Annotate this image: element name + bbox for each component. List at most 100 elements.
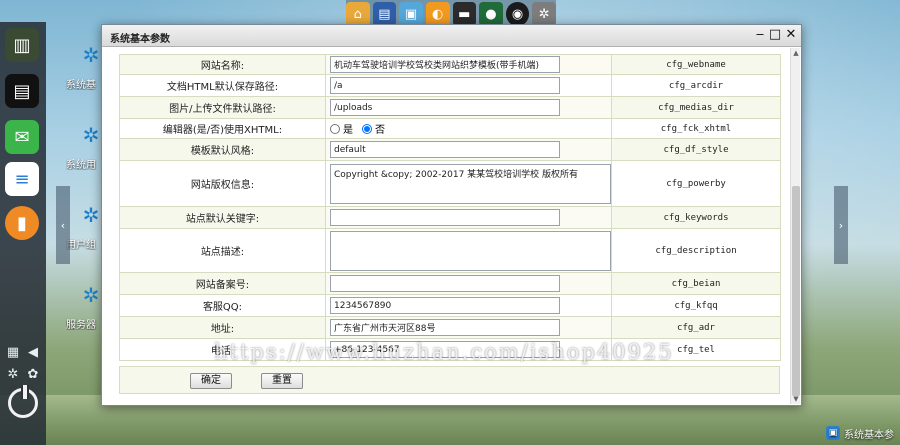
address-input[interactable] xyxy=(330,319,560,336)
row-label: 网站备案号: xyxy=(119,272,326,295)
webname-input[interactable] xyxy=(330,56,560,73)
row-label: 文档HTML默认保存路径: xyxy=(119,74,326,97)
gear-icon: ✲ xyxy=(82,203,100,227)
orange-icon[interactable]: ◐ xyxy=(425,2,450,26)
gear-icon: ✲ xyxy=(82,43,100,67)
row-label: 网站版权信息: xyxy=(119,160,326,207)
scroll-down-icon[interactable]: ▼ xyxy=(791,394,801,404)
row-label: 图片/上传文件默认路径: xyxy=(119,96,326,119)
xhtml-yes-radio[interactable] xyxy=(330,123,340,134)
df-style-input[interactable] xyxy=(330,141,560,158)
next-page-arrow[interactable]: › xyxy=(834,186,848,264)
globe-icon[interactable]: ◉ xyxy=(505,2,530,26)
minimize-icon[interactable]: ‒ xyxy=(752,27,768,43)
chat-icon[interactable]: ✉ xyxy=(5,120,39,154)
beian-input[interactable] xyxy=(330,275,560,292)
row-label: 编辑器(是/否)使用XHTML: xyxy=(119,118,326,139)
row-label: 客服QQ: xyxy=(119,294,326,317)
volume-icon[interactable]: ◀ xyxy=(25,344,41,360)
row-value xyxy=(325,338,612,361)
vertical-scrollbar[interactable]: ▲ ▼ xyxy=(790,48,800,404)
prev-page-arrow[interactable]: ‹ xyxy=(56,186,70,264)
taskbar-label: 系统基本参 xyxy=(844,429,894,441)
xhtml-no-radio[interactable] xyxy=(362,123,372,134)
row-key: cfg_arcdir xyxy=(611,74,781,97)
card-icon[interactable]: ▬ xyxy=(452,2,477,26)
reset-button[interactable]: 重置 xyxy=(261,373,303,389)
tel-input[interactable] xyxy=(330,341,560,358)
row-key: cfg_webname xyxy=(611,54,781,75)
window-body: 网站名称: cfg_webname 文档HTML默认保存路径: cfg_arcd… xyxy=(112,48,790,403)
button-row: 确定 重置 xyxy=(119,366,780,394)
row-key: cfg_adr xyxy=(611,316,781,339)
row-value xyxy=(325,316,612,339)
notepad-icon[interactable]: ▤ xyxy=(5,74,39,108)
toggle-icon[interactable]: ≡ xyxy=(5,162,39,196)
row-label: 站点描述: xyxy=(119,228,326,273)
row-key: cfg_tel xyxy=(611,338,781,361)
palette-icon[interactable]: ✿ xyxy=(25,366,41,382)
taskbar-item[interactable]: ▣ 系统基本参 xyxy=(826,424,900,442)
powerby-textarea[interactable]: Copyright &copy; 2002-2017 某某驾校培训学校 版权所有 xyxy=(330,163,611,204)
arcdir-input[interactable] xyxy=(330,77,560,94)
description-textarea[interactable] xyxy=(330,230,611,271)
window-titlebar[interactable]: 系统基本参数 ‒ □ ✕ xyxy=(102,25,801,47)
row-key: cfg_kfqq xyxy=(611,294,781,317)
scroll-up-icon[interactable]: ▲ xyxy=(791,48,801,58)
bookshelf-icon[interactable]: ▥ xyxy=(5,28,39,62)
table-row: 编辑器(是/否)使用XHTML: 是 否 cfg_fck_xhtml xyxy=(119,118,781,139)
table-row: 地址: cfg_adr xyxy=(119,316,781,339)
row-key: cfg_description xyxy=(611,228,781,273)
left-sidebar: ▥ ▤ ✉ ≡ ▮ ▦ ◀ ✲ ✿ xyxy=(0,22,46,445)
row-key: cfg_medias_dir xyxy=(611,96,781,119)
window-title: 系统基本参数 xyxy=(110,34,170,45)
xhtml-radio-group: 是 否 xyxy=(330,121,607,136)
home-icon[interactable]: ⌂ xyxy=(346,2,370,26)
table-row: 站点默认关键字: cfg_keywords xyxy=(119,206,781,229)
table-row: 网站备案号: cfg_beian xyxy=(119,272,781,295)
row-value xyxy=(325,206,612,229)
table-row: 网站版权信息: Copyright &copy; 2002-2017 某某驾校培… xyxy=(119,160,781,207)
table-row: 图片/上传文件默认路径: cfg_medias_dir xyxy=(119,96,781,119)
paper-icon[interactable]: ▮ xyxy=(5,206,39,240)
gear-icon: ✲ xyxy=(82,123,100,147)
person-icon[interactable]: ● xyxy=(479,2,503,26)
row-key: cfg_keywords xyxy=(611,206,781,229)
row-value xyxy=(325,74,612,97)
row-key: cfg_powerby xyxy=(611,160,781,207)
gear-icon[interactable]: ✲ xyxy=(5,366,21,382)
kfqq-input[interactable] xyxy=(330,297,560,314)
window-icon: ▣ xyxy=(826,426,840,440)
row-label: 电话: xyxy=(119,338,326,361)
row-value: 是 否 xyxy=(325,118,612,139)
maximize-icon[interactable]: □ xyxy=(767,27,783,43)
toolbox-icon[interactable]: ▣ xyxy=(399,2,423,26)
table-row: 网站名称: cfg_webname xyxy=(119,54,781,75)
table-row: 电话: cfg_tel xyxy=(119,338,781,361)
row-label: 站点默认关键字: xyxy=(119,206,326,229)
settings-window: 系统基本参数 ‒ □ ✕ 网站名称: cfg_webname 文档HTML默认保… xyxy=(101,24,802,406)
row-key: cfg_df_style xyxy=(611,138,781,161)
radio-label-no: 否 xyxy=(375,125,385,136)
row-key: cfg_fck_xhtml xyxy=(611,118,781,139)
row-label: 网站名称: xyxy=(119,54,326,75)
row-label: 地址: xyxy=(119,316,326,339)
keywords-input[interactable] xyxy=(330,209,560,226)
row-value xyxy=(325,272,612,295)
confirm-button[interactable]: 确定 xyxy=(190,373,232,389)
row-value xyxy=(325,96,612,119)
power-icon[interactable] xyxy=(8,385,38,418)
row-key: cfg_beian xyxy=(611,272,781,295)
gear-icon[interactable]: ✲ xyxy=(532,2,556,26)
gear-icon: ✲ xyxy=(82,283,100,307)
medias-dir-input[interactable] xyxy=(330,99,560,116)
row-value xyxy=(325,228,612,273)
grid-icon[interactable]: ▦ xyxy=(5,344,21,360)
table-row: 客服QQ: cfg_kfqq xyxy=(119,294,781,317)
document-icon[interactable]: ▤ xyxy=(372,2,397,26)
scroll-thumb[interactable] xyxy=(792,186,800,396)
row-value xyxy=(325,54,612,75)
close-icon[interactable]: ✕ xyxy=(783,27,799,43)
settings-table: 网站名称: cfg_webname 文档HTML默认保存路径: cfg_arcd… xyxy=(119,54,781,361)
table-row: 文档HTML默认保存路径: cfg_arcdir xyxy=(119,74,781,97)
